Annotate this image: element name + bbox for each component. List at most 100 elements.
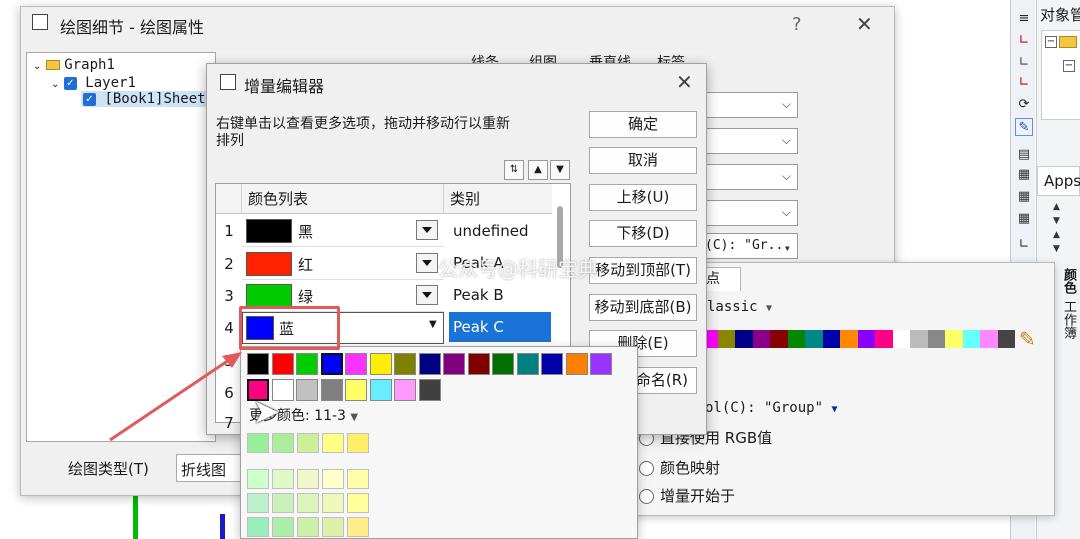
pastel-swatch-option[interactable] (322, 433, 344, 453)
side-label-color[interactable]: 颜色 (1059, 268, 1078, 294)
palette-strip-swatch[interactable] (717, 330, 735, 348)
grid3-icon[interactable]: ▦ (1015, 210, 1033, 228)
chevron-down-icon[interactable]: ⌄ (33, 61, 41, 72)
color-swatch-option[interactable] (443, 353, 465, 375)
help-button[interactable]: ? (792, 14, 802, 35)
tree-item-sheet[interactable]: ✓ [Book1]Sheet1 (81, 91, 217, 107)
edit-icon[interactable]: ✎ (1015, 118, 1033, 136)
ok-button[interactable]: 确定 (589, 111, 697, 138)
palette-strip-swatch[interactable] (787, 330, 805, 348)
palette-strip-swatch[interactable] (892, 330, 910, 348)
category-cell-1[interactable]: undefined (449, 216, 551, 246)
cancel-button[interactable]: 取消 (589, 147, 697, 174)
move-down-icon[interactable]: ▼ (550, 160, 570, 180)
palette-strip-swatch[interactable] (840, 330, 858, 348)
palette-strip-swatch[interactable] (945, 330, 963, 348)
group-label[interactable]: ol(C): "Group" ▼ (705, 400, 837, 416)
layout-icon[interactable]: ▤ (1015, 146, 1033, 164)
palette-strip-swatch[interactable] (857, 330, 875, 348)
pastel-swatch-option[interactable] (322, 517, 344, 537)
palette-strip-swatch[interactable] (805, 330, 823, 348)
radio-icon[interactable] (639, 489, 654, 504)
color-swatch-option[interactable] (345, 353, 367, 375)
chevron-down-icon[interactable]: ▼ (429, 319, 437, 330)
collapse-icon[interactable]: − (1045, 36, 1057, 48)
move-to-bottom-button[interactable]: 移动到底部(B) (589, 294, 697, 321)
pastel-swatch-option[interactable] (272, 517, 294, 537)
checkbox-icon[interactable]: ✓ (83, 92, 96, 106)
pastel-swatch-option[interactable] (272, 433, 294, 453)
corner-icon[interactable]: ∟ (1015, 236, 1033, 254)
pastel-swatch-option[interactable] (347, 493, 369, 513)
move-up-icon[interactable]: ▲ (528, 160, 548, 180)
palette-strip-swatch[interactable] (735, 330, 753, 348)
group-combo[interactable]: (C): "Gr... ▾ (700, 233, 798, 259)
close-button[interactable]: ✕ (856, 12, 873, 36)
move-up-button[interactable]: 上移(U) (589, 184, 697, 211)
apps-tab[interactable]: Apps (1037, 166, 1080, 196)
grid2-icon[interactable]: ▦ (1015, 188, 1033, 206)
pencil-icon[interactable]: ✎ (1019, 327, 1036, 351)
palette-strip-swatch[interactable] (770, 330, 788, 348)
editor-close-button[interactable]: ✕ (676, 70, 693, 94)
pastel-swatch-option[interactable] (247, 469, 269, 489)
move-down-button[interactable]: 下移(D) (589, 220, 697, 247)
color-swatch-option[interactable] (320, 353, 343, 375)
combo-2[interactable]: ⌵ (700, 128, 798, 154)
pastel-swatch-option[interactable] (297, 517, 319, 537)
plot-type-select[interactable]: 折线图 (176, 454, 246, 482)
color-cell-2[interactable]: 红 (242, 248, 444, 280)
color-swatch-option[interactable] (516, 353, 539, 375)
radio-icon[interactable] (639, 461, 654, 476)
combo-1[interactable]: ⌵ (700, 92, 798, 118)
color-swatch-option[interactable] (247, 353, 269, 375)
color-swatch-option[interactable] (492, 353, 514, 375)
axis2-icon[interactable]: ∟ (1015, 54, 1033, 72)
color-swatch-option[interactable] (296, 353, 318, 375)
pastel-swatch-option[interactable] (322, 469, 344, 489)
radio-colormap[interactable]: 颜色映射 (639, 457, 720, 478)
pastel-swatch-option[interactable] (347, 517, 369, 537)
pastel-swatch-option[interactable] (322, 493, 344, 513)
color-swatch-option[interactable] (394, 353, 416, 375)
color-swatch-option[interactable] (369, 379, 392, 401)
color-swatch-option[interactable] (590, 353, 612, 375)
palette-strip[interactable] (700, 330, 1015, 348)
color-swatch-option[interactable] (369, 353, 392, 375)
pastel-swatch-option[interactable] (247, 433, 269, 453)
move-to-top-button[interactable]: 移动到顶部(T) (589, 257, 697, 284)
combo-4[interactable]: ⌵ (700, 200, 798, 226)
collapse-icon-2[interactable]: − (1063, 60, 1075, 72)
palette-strip-swatch[interactable] (752, 330, 770, 348)
pastel-swatch-option[interactable] (272, 493, 294, 513)
sort-icon[interactable]: ⇅ (504, 160, 524, 180)
color-swatch-option[interactable] (467, 353, 490, 375)
dropdown-arrow-icon[interactable] (416, 220, 438, 240)
side-label-book[interactable]: 工作簿 (1059, 300, 1078, 339)
color-swatch-option[interactable] (541, 353, 563, 375)
combo-3[interactable]: ⌵ (700, 164, 798, 190)
palette-strip-swatch[interactable] (822, 330, 840, 348)
dropdown-arrow-icon[interactable] (416, 253, 438, 273)
chevron-down-icon[interactable]: ⌄ (51, 79, 59, 90)
color-swatch-option[interactable] (418, 353, 441, 375)
pastel-swatch-option[interactable] (247, 517, 269, 537)
palette-strip-swatch[interactable] (927, 330, 945, 348)
tab-point[interactable]: 点 (701, 267, 741, 291)
pastel-swatch-option[interactable] (247, 493, 269, 513)
stair-icon[interactable]: ≡ (1015, 10, 1033, 28)
pastel-swatch-option[interactable] (347, 433, 369, 453)
color-swatch-option[interactable] (394, 379, 416, 401)
palette-strip-swatch[interactable] (980, 330, 998, 348)
axis3-icon[interactable]: ∟ (1015, 74, 1033, 92)
color-cell-1[interactable]: 黑 (242, 215, 444, 247)
tree-item-layer[interactable]: ⌄ ✓ Layer1 (51, 75, 136, 91)
pastel-swatch-option[interactable] (297, 469, 319, 489)
pastel-swatch-option[interactable] (297, 433, 319, 453)
color-swatch-option[interactable] (271, 353, 294, 375)
grid-icon[interactable]: ▦ (1015, 166, 1033, 184)
scroll-arrows[interactable]: ▲ ▼ ▲ ▼ (1053, 200, 1060, 256)
axis-icon[interactable]: ∟ (1015, 32, 1033, 50)
dropdown-arrow-icon[interactable] (416, 285, 438, 305)
pastel-swatch-option[interactable] (297, 493, 319, 513)
